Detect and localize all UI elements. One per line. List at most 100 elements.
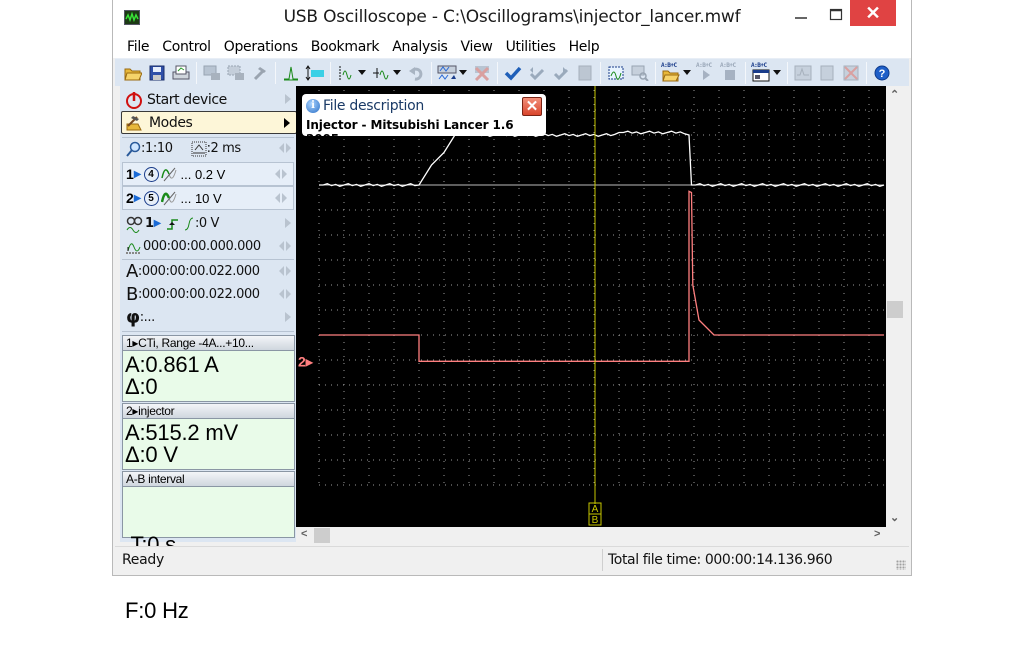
channel-1-readout-header: 1▸CTi, Range -4A...+10... bbox=[122, 335, 295, 351]
channel-2-readout-header: 2▸injector bbox=[122, 403, 295, 419]
measure-cursors-button[interactable] bbox=[336, 63, 356, 83]
channel-2-stepper[interactable] bbox=[275, 193, 287, 203]
script-window-button[interactable]: A:B+C bbox=[751, 62, 771, 83]
channel-number: 1 bbox=[126, 166, 134, 182]
paste-channel-button[interactable] bbox=[226, 63, 246, 83]
check-button[interactable] bbox=[503, 63, 523, 83]
copy-channel-button[interactable] bbox=[202, 63, 222, 83]
undo-icon bbox=[409, 66, 423, 81]
document-button[interactable] bbox=[817, 63, 837, 83]
tool-button[interactable] bbox=[250, 63, 270, 83]
svg-text:?: ? bbox=[879, 68, 886, 80]
print-button[interactable] bbox=[171, 63, 191, 83]
probe-badge: 4 bbox=[143, 166, 159, 182]
status-separator bbox=[602, 549, 603, 571]
horizontal-scroll-thumb[interactable] bbox=[314, 528, 330, 543]
modes-button[interactable]: Modes bbox=[121, 111, 297, 134]
trigger-time-stepper[interactable] bbox=[279, 241, 291, 251]
phase-row[interactable]: φ :... bbox=[121, 306, 297, 329]
measure-cursors-dropdown[interactable] bbox=[358, 63, 366, 83]
channel-1-stepper[interactable] bbox=[275, 169, 287, 179]
script-open-button[interactable]: A:B+C bbox=[661, 62, 681, 83]
status-bar: Ready Total file time: 000:00:14.136.960 bbox=[115, 546, 909, 573]
measure-cursors-2-icon bbox=[373, 67, 389, 79]
select-region-button[interactable] bbox=[606, 63, 626, 83]
script-open-dropdown[interactable] bbox=[683, 63, 691, 83]
close-button[interactable]: ✕ bbox=[850, 0, 896, 26]
cursor-b-row[interactable]: B :000:00:00.022.000 bbox=[121, 283, 297, 306]
cursor-a-row[interactable]: A :000:00:00.022.000 bbox=[121, 260, 297, 283]
trigger-mode-icon bbox=[305, 64, 324, 81]
next-check-icon bbox=[553, 66, 569, 80]
prev-check-button[interactable] bbox=[527, 63, 547, 83]
ab-interval-frequency: F:0 Hz bbox=[125, 598, 189, 623]
delete-channel-button[interactable] bbox=[472, 63, 492, 83]
start-device-button[interactable]: Start device bbox=[121, 88, 297, 111]
menu-file[interactable]: File bbox=[127, 39, 150, 55]
probe-badge: 5 bbox=[143, 190, 159, 206]
channel-view-button[interactable] bbox=[437, 63, 457, 83]
measure-cursors-2-button[interactable] bbox=[371, 63, 391, 83]
vertical-scrollbar[interactable]: ⌃ ⌄ bbox=[886, 86, 904, 527]
toolbar-separator bbox=[745, 61, 746, 84]
channel-1-settings[interactable]: 1 ▶ 4 ... 0.2 V bbox=[122, 162, 294, 186]
vertical-scroll-thumb[interactable] bbox=[887, 301, 903, 318]
waveform-button[interactable] bbox=[793, 63, 813, 83]
start-device-label: Start device bbox=[147, 91, 227, 108]
next-check-button[interactable] bbox=[551, 63, 571, 83]
file-description-close-button[interactable]: ✕ bbox=[522, 97, 542, 116]
resize-grip[interactable] bbox=[896, 560, 906, 570]
zoom-region-button[interactable] bbox=[630, 63, 650, 83]
menu-control[interactable]: Control bbox=[162, 39, 211, 55]
scroll-up-icon[interactable]: ⌃ bbox=[890, 88, 899, 101]
menu-analysis[interactable]: Analysis bbox=[392, 39, 448, 55]
cursor-b-stepper[interactable] bbox=[279, 289, 291, 299]
channel-arrow-icon: ▶ bbox=[133, 168, 142, 180]
cancel-button[interactable] bbox=[841, 63, 861, 83]
cursor-a-value: :000:00:00.022.000 bbox=[137, 264, 260, 279]
info-icon: i bbox=[306, 99, 320, 113]
horizontal-scrollbar[interactable]: < > bbox=[296, 527, 886, 544]
menu-bookmark[interactable]: Bookmark bbox=[311, 39, 380, 55]
total-file-time: Total file time: 000:00:14.136.960 bbox=[608, 552, 833, 568]
menu-utilities[interactable]: Utilities bbox=[506, 39, 556, 55]
report-button[interactable] bbox=[575, 63, 595, 83]
waveform-icon bbox=[794, 65, 812, 80]
channel-arrow-icon: ▶ bbox=[153, 218, 162, 229]
zoom-value[interactable]: :1:10 bbox=[141, 141, 173, 156]
menu-help[interactable]: Help bbox=[569, 39, 600, 55]
channel-1-value: A:0.861 A bbox=[125, 352, 219, 377]
pulse-button[interactable] bbox=[281, 63, 301, 83]
trigger-mode-button[interactable] bbox=[305, 63, 325, 83]
undo-button[interactable] bbox=[406, 63, 426, 83]
measure-cursors-2-dropdown[interactable] bbox=[393, 63, 401, 83]
toolbar-separator bbox=[497, 61, 498, 84]
cancel-icon bbox=[843, 65, 859, 80]
menu-view[interactable]: View bbox=[461, 39, 493, 55]
script-stop-button[interactable]: A:B+C bbox=[720, 62, 740, 83]
scroll-down-icon[interactable]: ⌄ bbox=[890, 511, 899, 524]
paste-channel-icon bbox=[227, 65, 244, 80]
cursor-a-label: A bbox=[126, 261, 138, 282]
trigger-level-icon bbox=[184, 217, 194, 230]
scroll-right-icon[interactable]: > bbox=[874, 528, 880, 540]
open-button[interactable] bbox=[123, 63, 143, 83]
menu-operations[interactable]: Operations bbox=[224, 39, 298, 55]
cursor-a-stepper[interactable] bbox=[279, 266, 291, 276]
channel-2-settings[interactable]: 2 ▶ 5 ... 10 V bbox=[122, 186, 294, 210]
trigger-time-row[interactable]: 000:00:00.000.000 bbox=[121, 235, 297, 258]
trigger-row[interactable]: 1 ▶ :0 V bbox=[121, 212, 297, 235]
script-window-dropdown[interactable] bbox=[773, 63, 781, 83]
scroll-left-icon[interactable]: < bbox=[301, 528, 307, 540]
timebase-stepper[interactable] bbox=[279, 143, 291, 153]
pulse-icon bbox=[284, 66, 298, 80]
save-button[interactable] bbox=[147, 63, 167, 83]
oscilloscope-display[interactable]: A B 2▸ bbox=[296, 86, 886, 527]
help-button[interactable]: ? bbox=[872, 63, 892, 83]
title-bar: USB Oscilloscope - C:\Oscillograms\injec… bbox=[113, 0, 911, 36]
phase-label: φ bbox=[126, 307, 140, 328]
timebase-value[interactable]: :2 ms bbox=[207, 141, 242, 156]
copy-channel-icon bbox=[203, 65, 220, 80]
script-run-button[interactable]: A:B+C bbox=[696, 62, 716, 83]
channel-view-dropdown[interactable] bbox=[459, 63, 467, 83]
